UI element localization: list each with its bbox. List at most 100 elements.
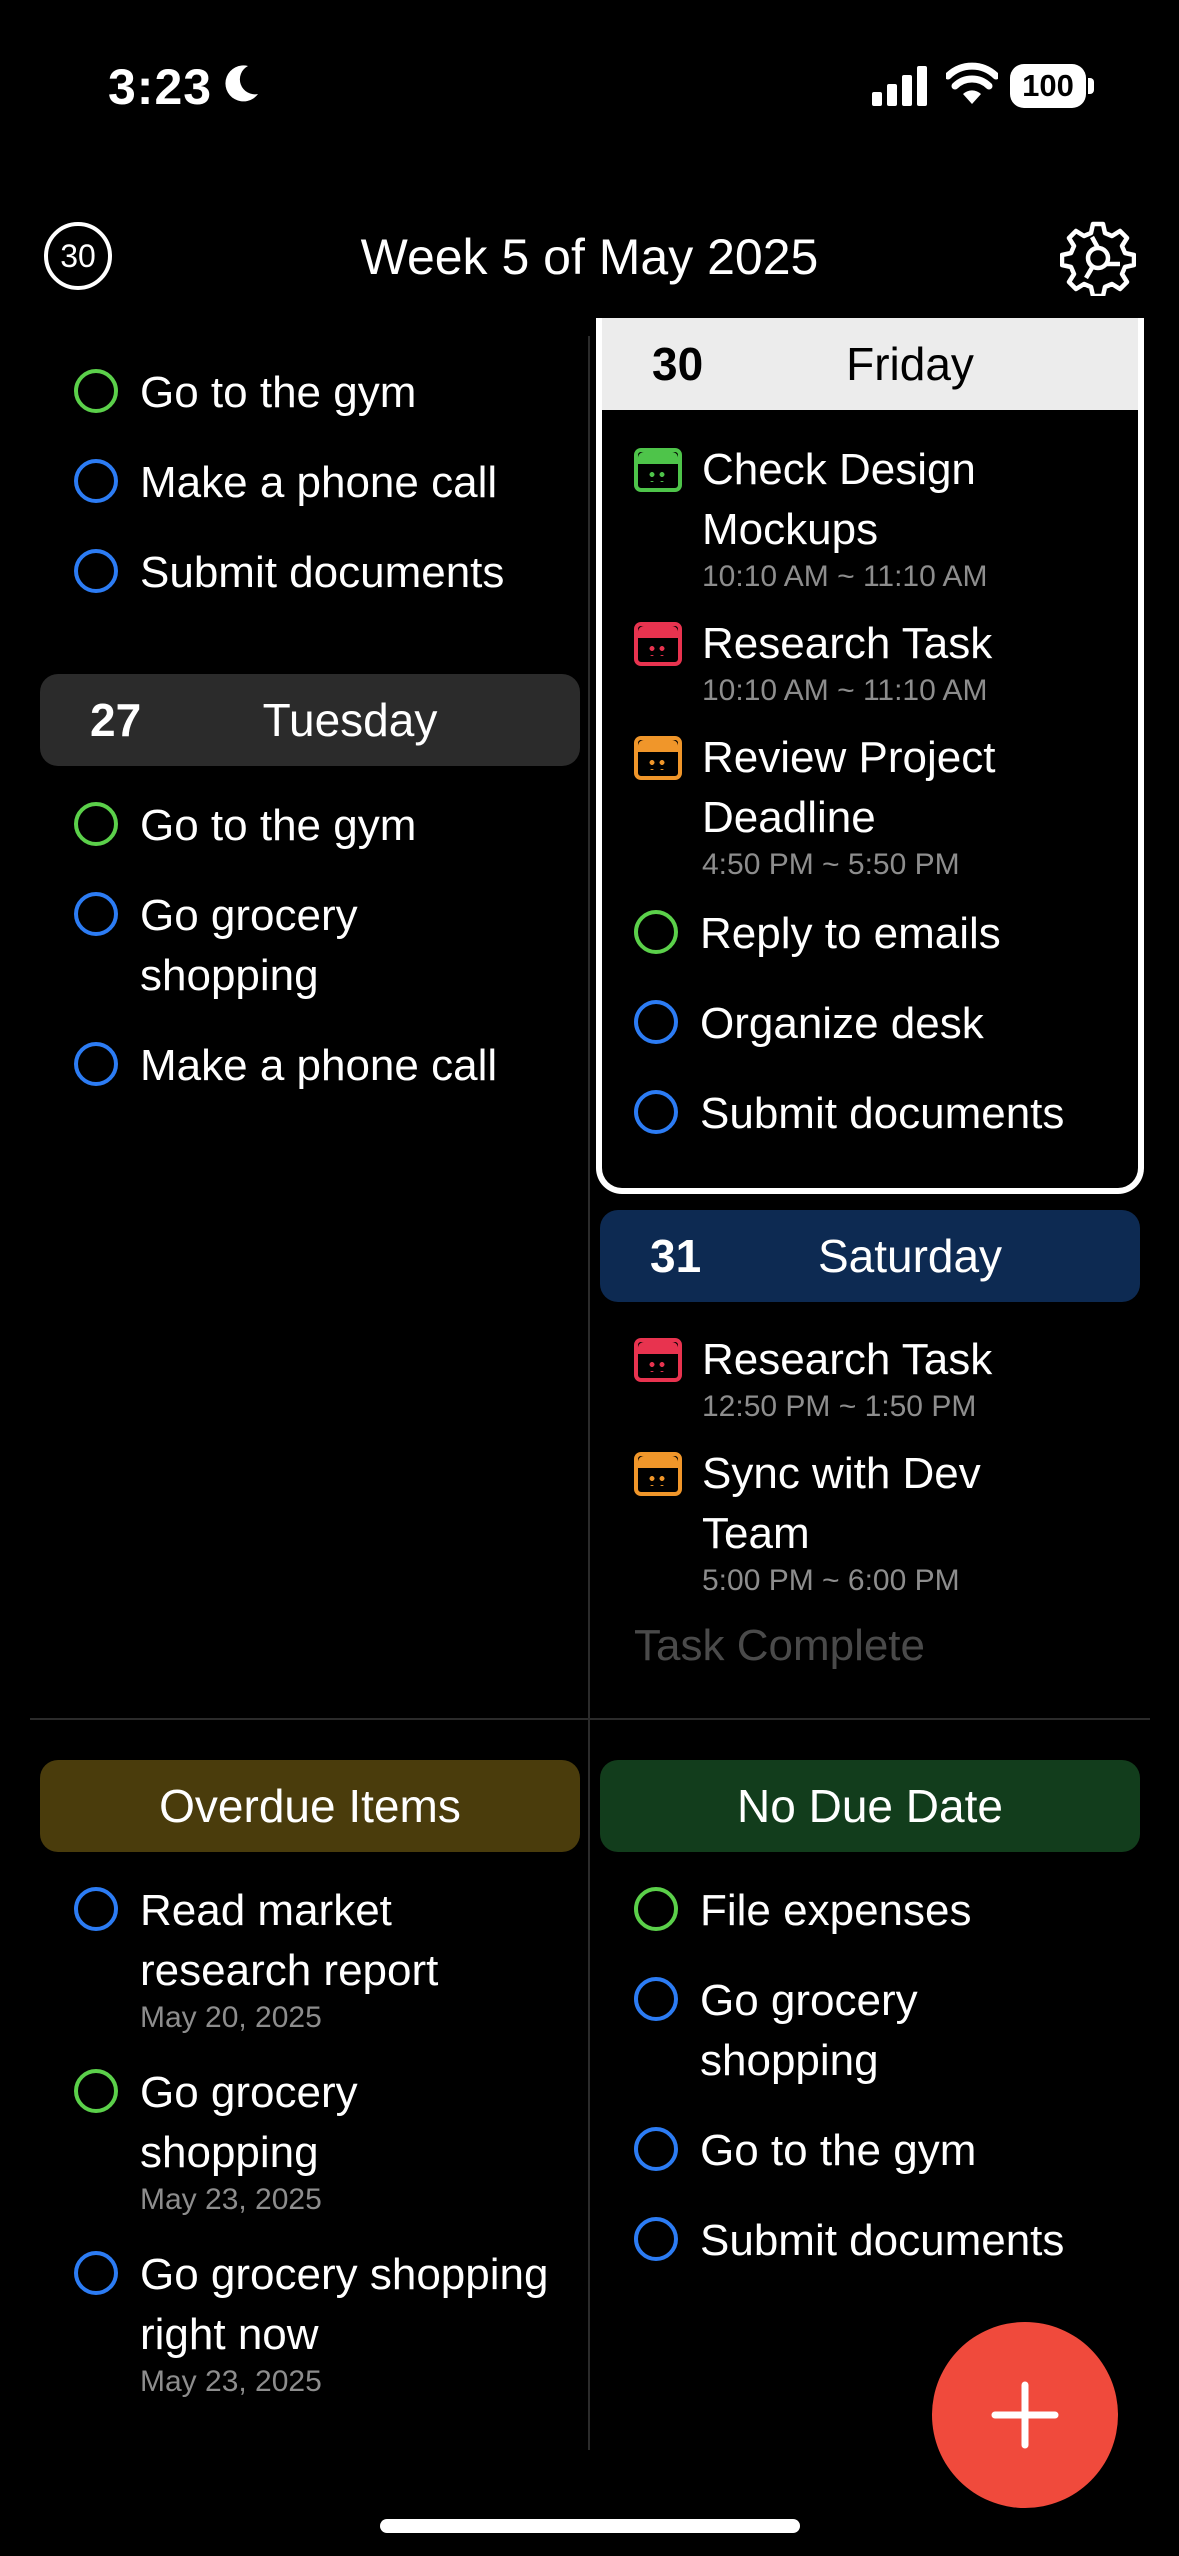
day-header-friday[interactable]: 30 Friday bbox=[602, 318, 1138, 410]
circle-checkbox-icon[interactable] bbox=[74, 549, 118, 593]
event-title: Research Task bbox=[702, 619, 993, 668]
event-time: 5:00 PM ~ 6:00 PM bbox=[702, 1564, 960, 1597]
task-complete-label: Task Complete bbox=[634, 1621, 926, 1670]
event-title: Check Design Mockups bbox=[702, 445, 976, 554]
signal-icon bbox=[872, 66, 927, 106]
circle-checkbox-icon[interactable] bbox=[634, 2217, 678, 2261]
circle-checkbox-icon[interactable] bbox=[634, 1887, 678, 1931]
task-item[interactable]: Make a phone call bbox=[40, 1036, 580, 1096]
task-item[interactable]: Organize desk bbox=[600, 994, 1140, 1054]
event-title: Research Task bbox=[702, 1335, 993, 1384]
section-divider bbox=[30, 1718, 1150, 1720]
task-label: Organize desk bbox=[700, 999, 984, 1048]
event-title: Review Project Deadline bbox=[702, 733, 996, 842]
task-date: May 23, 2025 bbox=[140, 2183, 322, 2216]
circle-checkbox-icon[interactable] bbox=[74, 369, 118, 413]
calendar-icon bbox=[634, 1338, 682, 1382]
battery-tip bbox=[1088, 78, 1094, 94]
no-due-date-list: File expenses Go grocery shopping Go to … bbox=[600, 1881, 1140, 2301]
task-label: Go grocery shopping bbox=[140, 2068, 358, 2177]
circle-checkbox-icon[interactable] bbox=[634, 1977, 678, 2021]
task-label: Make a phone call bbox=[140, 1041, 498, 1090]
overdue-header[interactable]: Overdue Items bbox=[40, 1760, 580, 1852]
task-label: Go grocery shopping bbox=[700, 1976, 918, 2085]
task-label: Submit documents bbox=[140, 548, 505, 597]
gear-icon[interactable] bbox=[1060, 220, 1136, 296]
add-task-button[interactable] bbox=[932, 2322, 1118, 2508]
event-time: 10:10 AM ~ 11:10 AM bbox=[702, 560, 988, 593]
task-item[interactable]: Reply to emails bbox=[600, 904, 1140, 964]
calendar-icon bbox=[634, 622, 682, 666]
task-label: Go grocery shopping right now bbox=[140, 2250, 549, 2359]
event-time: 10:10 AM ~ 11:10 AM bbox=[702, 674, 988, 707]
circle-checkbox-icon[interactable] bbox=[634, 1090, 678, 1134]
saturday-list: Research Task 12:50 PM ~ 1:50 PM Sync wi… bbox=[600, 1330, 1140, 1676]
column-divider bbox=[588, 336, 590, 2450]
monday-list: Go to the gym Make a phone call Submit d… bbox=[40, 363, 580, 633]
task-item[interactable]: Go to the gym bbox=[40, 363, 580, 423]
event-time: 4:50 PM ~ 5:50 PM bbox=[702, 848, 960, 881]
friday-list: Check Design Mockups 10:10 AM ~ 11:10 AM… bbox=[600, 440, 1140, 1174]
task-item[interactable]: Make a phone call bbox=[40, 453, 580, 513]
battery-indicator: 100 bbox=[1010, 64, 1086, 108]
circle-checkbox-icon[interactable] bbox=[74, 459, 118, 503]
circle-checkbox-icon[interactable] bbox=[634, 2127, 678, 2171]
calendar-icon bbox=[634, 1452, 682, 1496]
task-label: Go to the gym bbox=[700, 2126, 977, 2175]
task-item[interactable]: Go grocery shopping bbox=[40, 886, 580, 1006]
task-label: Make a phone call bbox=[140, 458, 498, 507]
circle-checkbox-icon[interactable] bbox=[74, 2069, 118, 2113]
circle-checkbox-icon[interactable] bbox=[634, 1000, 678, 1044]
task-label: Go grocery shopping bbox=[140, 891, 358, 1000]
circle-checkbox-icon[interactable] bbox=[74, 892, 118, 936]
task-item[interactable]: Read market research report May 20, 2025 bbox=[40, 1881, 580, 2035]
calendar-icon bbox=[634, 736, 682, 780]
task-label: Submit documents bbox=[700, 1089, 1065, 1138]
no-due-date-header[interactable]: No Due Date bbox=[600, 1760, 1140, 1852]
task-item[interactable]: Submit documents bbox=[600, 2211, 1140, 2271]
plus-icon bbox=[991, 2381, 1059, 2449]
task-item[interactable]: Go grocery shopping right now May 23, 20… bbox=[40, 2245, 580, 2399]
task-item[interactable]: File expenses bbox=[600, 1881, 1140, 1941]
event-time: 12:50 PM ~ 1:50 PM bbox=[702, 1390, 977, 1423]
event-title: Sync with Dev Team bbox=[702, 1449, 981, 1558]
task-item[interactable]: Go grocery shopping May 23, 2025 bbox=[40, 2063, 580, 2217]
event-item[interactable]: Research Task 12:50 PM ~ 1:50 PM bbox=[600, 1330, 1140, 1424]
task-item[interactable]: Go to the gym bbox=[40, 796, 580, 856]
task-item[interactable]: Submit documents bbox=[600, 1084, 1140, 1144]
wifi-icon bbox=[946, 62, 998, 104]
circle-checkbox-icon[interactable] bbox=[74, 1042, 118, 1086]
task-date: May 23, 2025 bbox=[140, 2365, 322, 2398]
day-header-tuesday[interactable]: 27 Tuesday bbox=[40, 674, 580, 766]
status-time: 3:23 bbox=[108, 59, 213, 115]
task-label: Go to the gym bbox=[140, 368, 417, 417]
day-name: Friday bbox=[846, 338, 974, 390]
task-item[interactable]: Go grocery shopping bbox=[600, 1971, 1140, 2091]
task-label: File expenses bbox=[700, 1886, 972, 1935]
day-number: 27 bbox=[90, 694, 142, 746]
circle-checkbox-icon[interactable] bbox=[74, 2251, 118, 2295]
event-item[interactable]: Research Task 10:10 AM ~ 11:10 AM bbox=[600, 614, 1140, 708]
day-name: Saturday bbox=[817, 1230, 1003, 1282]
overdue-list: Read market research report May 20, 2025… bbox=[40, 1881, 580, 2429]
day-number: 31 bbox=[650, 1230, 702, 1282]
home-indicator[interactable] bbox=[380, 2519, 800, 2533]
day-header-saturday[interactable]: 31 Saturday bbox=[600, 1210, 1140, 1302]
task-item[interactable]: Go to the gym bbox=[600, 2121, 1140, 2181]
task-label: Reply to emails bbox=[700, 909, 1001, 958]
task-label: Read market research report bbox=[140, 1886, 439, 1995]
tuesday-list: Go to the gym Go grocery shopping Make a… bbox=[40, 796, 580, 1126]
day-name: Tuesday bbox=[262, 694, 438, 746]
event-item[interactable]: Check Design Mockups 10:10 AM ~ 11:10 AM bbox=[600, 440, 1140, 594]
circle-checkbox-icon[interactable] bbox=[74, 802, 118, 846]
day-number: 30 bbox=[652, 338, 704, 390]
task-date: May 20, 2025 bbox=[140, 2001, 322, 2034]
circle-checkbox-icon[interactable] bbox=[74, 1887, 118, 1931]
calendar-icon bbox=[634, 448, 682, 492]
event-item[interactable]: Sync with Dev Team 5:00 PM ~ 6:00 PM bbox=[600, 1444, 1140, 1598]
task-item[interactable]: Submit documents bbox=[40, 543, 580, 603]
event-item[interactable]: Review Project Deadline 4:50 PM ~ 5:50 P… bbox=[600, 728, 1140, 882]
circle-checkbox-icon[interactable] bbox=[634, 910, 678, 954]
week-title[interactable]: Week 5 of May 2025 bbox=[0, 228, 1179, 286]
task-label: Submit documents bbox=[700, 2216, 1065, 2265]
